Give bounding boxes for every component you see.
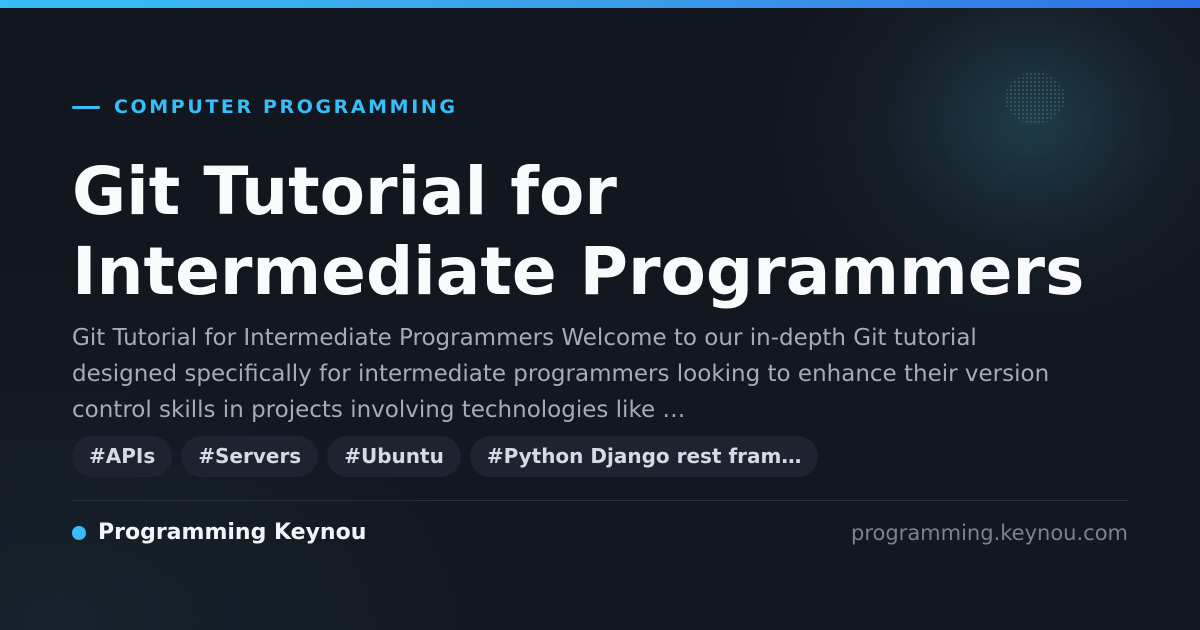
- site-domain[interactable]: programming.keynou.com: [851, 519, 1128, 547]
- share-card: COMPUTER PROGRAMMING Git Tutorial for In…: [0, 0, 1200, 630]
- accent-top-bar: [0, 0, 1200, 8]
- category-label: COMPUTER PROGRAMMING: [114, 96, 458, 118]
- category-row: COMPUTER PROGRAMMING: [72, 96, 458, 118]
- decorative-dot-pattern: [1005, 72, 1065, 124]
- tag-list: #APIs #Servers #Ubuntu #Python Django re…: [72, 436, 819, 477]
- category-dash-icon: [72, 105, 100, 109]
- title-line-2: Intermediate Programmers: [72, 233, 1085, 310]
- brand-dot-icon: [72, 526, 86, 540]
- page-title: Git Tutorial for Intermediate Programmer…: [72, 152, 1152, 312]
- tag-apis[interactable]: #APIs: [72, 436, 173, 477]
- tag-servers[interactable]: #Servers: [181, 436, 319, 477]
- title-line-1: Git Tutorial for: [72, 153, 617, 230]
- footer-divider: [72, 500, 1128, 501]
- tag-ubuntu[interactable]: #Ubuntu: [327, 436, 461, 477]
- brand[interactable]: Programming Keynou: [72, 519, 366, 547]
- brand-name: Programming Keynou: [98, 520, 367, 545]
- tag-python-django[interactable]: #Python Django rest fram…: [469, 436, 819, 477]
- description: Git Tutorial for Intermediate Programmer…: [72, 325, 1050, 423]
